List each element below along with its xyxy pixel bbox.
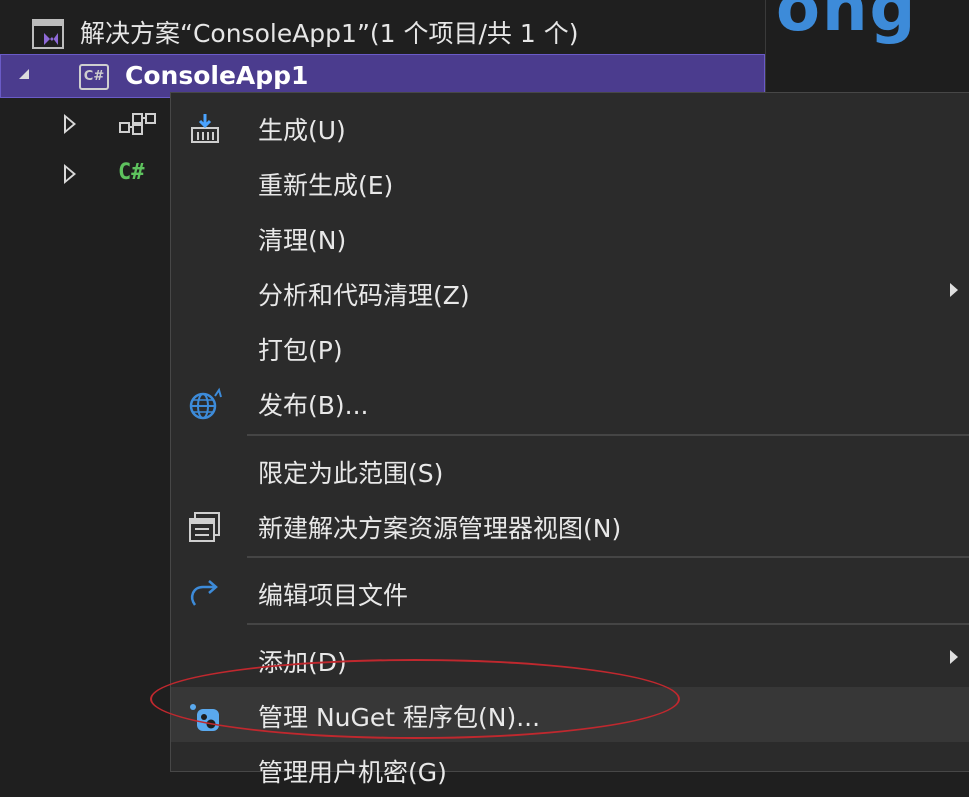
submenu-arrow-icon bbox=[950, 283, 958, 297]
project-label: ConsoleApp1 bbox=[125, 61, 309, 90]
menu-item-analyze-cleanup[interactable]: 分析和代码清理(Z) bbox=[171, 265, 969, 320]
expanded-arrow-icon[interactable] bbox=[19, 69, 29, 79]
menu-item-build[interactable]: 生成(U) bbox=[171, 100, 969, 155]
editor-partial-text: ong bbox=[776, 0, 918, 46]
project-context-menu: 生成(U) 重新生成(E) 清理(N) 分析和代码清理(Z) 打包(P) 发布(… bbox=[170, 92, 969, 787]
collapsed-arrow-icon[interactable] bbox=[64, 114, 76, 134]
new-view-icon bbox=[189, 512, 220, 542]
menu-item-edit-project-file[interactable]: 编辑项目文件 bbox=[171, 565, 969, 620]
menu-item-label: 生成(U) bbox=[258, 116, 346, 145]
menu-item-label: 限定为此范围(S) bbox=[258, 459, 444, 488]
menu-item-manage-nuget[interactable]: 管理 NuGet 程序包(N)... bbox=[171, 687, 969, 742]
program-cs-node[interactable]: C# bbox=[0, 152, 170, 196]
build-icon bbox=[191, 114, 219, 143]
menu-item-new-explorer-view[interactable]: 新建解决方案资源管理器视图(N) bbox=[171, 498, 969, 553]
solution-label: 解决方案“ConsoleApp1”(1 个项目/共 1 个) bbox=[80, 19, 579, 48]
solution-icon bbox=[32, 19, 64, 49]
menu-item-manage-user-secrets[interactable]: 管理用户机密(G) bbox=[171, 742, 969, 797]
csharp-project-icon: C# bbox=[79, 64, 109, 90]
menu-item-label: 新建解决方案资源管理器视图(N) bbox=[258, 514, 622, 543]
menu-item-rebuild[interactable]: 重新生成(E) bbox=[171, 155, 969, 210]
menu-item-label: 编辑项目文件 bbox=[258, 581, 409, 610]
menu-item-label: 管理 NuGet 程序包(N)... bbox=[258, 703, 541, 732]
dependencies-node[interactable] bbox=[0, 102, 170, 146]
solution-node[interactable]: 解决方案“ConsoleApp1”(1 个项目/共 1 个) bbox=[0, 8, 765, 52]
menu-item-label: 清理(N) bbox=[258, 226, 347, 255]
dependencies-icon bbox=[119, 113, 156, 135]
menu-item-scope-to-this[interactable]: 限定为此范围(S) bbox=[171, 443, 969, 498]
menu-item-label: 发布(B)... bbox=[258, 391, 369, 420]
menu-item-clean[interactable]: 清理(N) bbox=[171, 210, 969, 265]
menu-item-pack[interactable]: 打包(P) bbox=[171, 320, 969, 375]
globe-publish-icon bbox=[189, 387, 222, 420]
nuget-icon bbox=[190, 704, 219, 731]
submenu-arrow-icon bbox=[950, 650, 958, 664]
menu-item-label: 重新生成(E) bbox=[258, 171, 394, 200]
menu-item-add[interactable]: 添加(D) bbox=[171, 632, 969, 687]
menu-item-publish[interactable]: 发布(B)... bbox=[171, 375, 969, 430]
menu-item-label: 分析和代码清理(Z) bbox=[258, 281, 470, 310]
menu-separator bbox=[247, 623, 969, 625]
menu-item-label: 管理用户机密(G) bbox=[258, 758, 447, 787]
menu-separator bbox=[247, 434, 969, 436]
menu-item-label: 添加(D) bbox=[258, 648, 347, 677]
menu-separator bbox=[247, 556, 969, 558]
collapsed-arrow-icon[interactable] bbox=[64, 164, 76, 184]
redo-arrow-icon bbox=[191, 580, 218, 606]
csharp-file-icon: C# bbox=[118, 160, 145, 185]
menu-item-label: 打包(P) bbox=[258, 336, 343, 365]
